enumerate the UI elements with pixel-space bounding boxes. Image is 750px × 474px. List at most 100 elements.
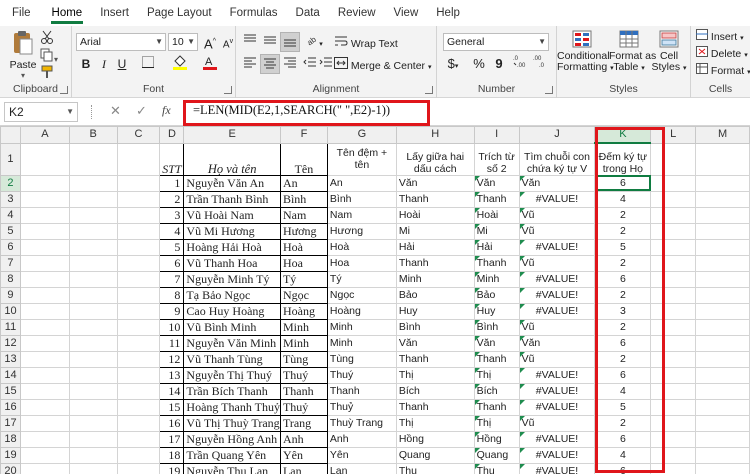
cell-lay-giua[interactable]: Văn [395,334,475,352]
cell-ten[interactable]: Yên [279,446,328,464]
cell[interactable] [19,382,70,400]
cell-stt[interactable]: 8 [159,286,185,304]
increase-decimal-button[interactable]: .0.00 [511,54,531,74]
align-top-button[interactable] [240,32,260,52]
cell[interactable] [116,270,161,288]
cell-stt[interactable]: 1 [159,174,185,192]
cell[interactable] [695,350,750,368]
cell-trich-tu[interactable]: Văn [473,174,520,192]
wrap-text-button[interactable]: Wrap Text [334,35,398,50]
cell-ho-va-ten[interactable]: Nguyễn Minh Tý [183,270,281,288]
cell[interactable] [68,142,118,176]
cell[interactable] [650,270,697,288]
cell[interactable] [650,286,697,304]
header-tim-chuoi[interactable]: Tìm chuỗi con chứa ký tự V [518,142,596,176]
cell-ten-dem-ten[interactable]: An [326,174,397,192]
cell-tim-chuoi[interactable]: Vũ [518,414,596,432]
column-header-k[interactable]: K [594,126,652,144]
decrease-decimal-button[interactable]: .00.0 [531,54,551,74]
cell[interactable] [68,302,118,320]
row-header[interactable]: 14 [0,366,21,384]
row-header[interactable]: 9 [0,286,21,304]
cell-styles-button[interactable]: Cell Styles ▾ [651,30,687,74]
font-size-select[interactable]: 10 ▼ [168,33,198,51]
cell-dem-ky-tu[interactable]: 2 [594,414,652,432]
cell-ho-va-ten[interactable]: Hoàng Thanh Thuỷ [183,398,281,416]
cell[interactable] [695,318,750,336]
cell[interactable] [68,446,118,464]
cell[interactable] [695,174,750,192]
column-header-c[interactable]: C [116,126,161,144]
column-header-e[interactable]: E [183,126,281,144]
cell-ten-dem-ten[interactable]: Minh [326,318,397,336]
cell-dem-ky-tu[interactable]: 6 [594,430,652,448]
align-center-button[interactable] [260,54,280,74]
column-header-g[interactable]: G [326,126,397,144]
cell[interactable] [116,190,161,208]
clipboard-launcher-icon[interactable] [60,86,68,94]
cell[interactable] [19,430,70,448]
font-name-select[interactable]: Arial ▼ [76,33,166,51]
cell-stt[interactable]: 16 [159,414,185,432]
row-header[interactable]: 17 [0,414,21,432]
cell-tim-chuoi[interactable]: #VALUE! [518,398,596,416]
cell[interactable] [695,334,750,352]
cell-stt[interactable]: 18 [159,446,185,464]
row-header[interactable]: 20 [0,462,21,474]
cell[interactable] [695,222,750,240]
row-header[interactable]: 5 [0,222,21,240]
format-as-table-button[interactable]: Format as Table ▾ [609,30,656,74]
cell[interactable] [68,174,118,192]
cell[interactable] [650,334,697,352]
cell[interactable] [695,190,750,208]
cell[interactable] [116,366,161,384]
cell-lay-giua[interactable]: Thanh [395,190,475,208]
insert-function-button[interactable]: fx [162,103,171,118]
format-cells-button[interactable]: Format ▾ [696,63,750,77]
cell-stt[interactable]: 17 [159,430,185,448]
cell-lay-giua[interactable]: Bình [395,318,475,336]
align-left-button[interactable] [240,54,260,74]
cell[interactable] [68,238,118,256]
cell-stt[interactable]: 13 [159,366,185,384]
cell[interactable] [19,206,70,224]
row-header[interactable]: 2 [0,174,21,192]
row-header[interactable]: 13 [0,350,21,368]
increase-indent-button[interactable] [316,54,336,74]
cell[interactable] [19,286,70,304]
tab-help[interactable]: Help [427,0,469,26]
orientation-button[interactable]: ab ▾ [304,32,324,52]
cell[interactable] [116,430,161,448]
cell-ten[interactable]: Minh [279,318,328,336]
cell[interactable] [650,142,697,176]
cell-stt[interactable]: 5 [159,238,185,256]
cell-ten[interactable]: Nam [279,206,328,224]
cell-ten[interactable]: Thanh [279,382,328,400]
cell-ho-va-ten[interactable]: Vũ Thanh Tùng [183,350,281,368]
cell[interactable] [68,430,118,448]
cell-stt[interactable]: 12 [159,350,185,368]
cell-ten-dem-ten[interactable]: Tùng [326,350,397,368]
cell-ten-dem-ten[interactable]: Nam [326,206,397,224]
row-header[interactable]: 3 [0,190,21,208]
cell-ten[interactable]: Anh [279,430,328,448]
cell-tim-chuoi[interactable]: #VALUE! [518,382,596,400]
cell-trich-tu[interactable]: Hoài [473,206,520,224]
column-header-m[interactable]: M [695,126,750,144]
font-color-button[interactable]: A [200,54,220,74]
cell-trich-tu[interactable]: Quang [473,446,520,464]
cell[interactable] [19,222,70,240]
cell-lay-giua[interactable]: Huy [395,302,475,320]
number-launcher-icon[interactable] [545,86,553,94]
cell-tim-chuoi[interactable]: Vũ [518,206,596,224]
cell-ten-dem-ten[interactable]: Hương [326,222,397,240]
cell-lay-giua[interactable]: Hoài [395,206,475,224]
cell-stt[interactable]: 19 [159,462,185,474]
merge-center-button[interactable]: Merge & Center ▾ [334,57,431,72]
header-dem-ky-tu[interactable]: Đếm ký tự trong Họ [594,142,652,176]
cell-dem-ky-tu[interactable]: 3 [594,302,652,320]
cell-tim-chuoi[interactable]: #VALUE! [518,302,596,320]
cell[interactable] [695,270,750,288]
cell-ho-va-ten[interactable]: Nguyễn Hồng Anh [183,430,281,448]
cell-tim-chuoi[interactable]: #VALUE! [518,430,596,448]
